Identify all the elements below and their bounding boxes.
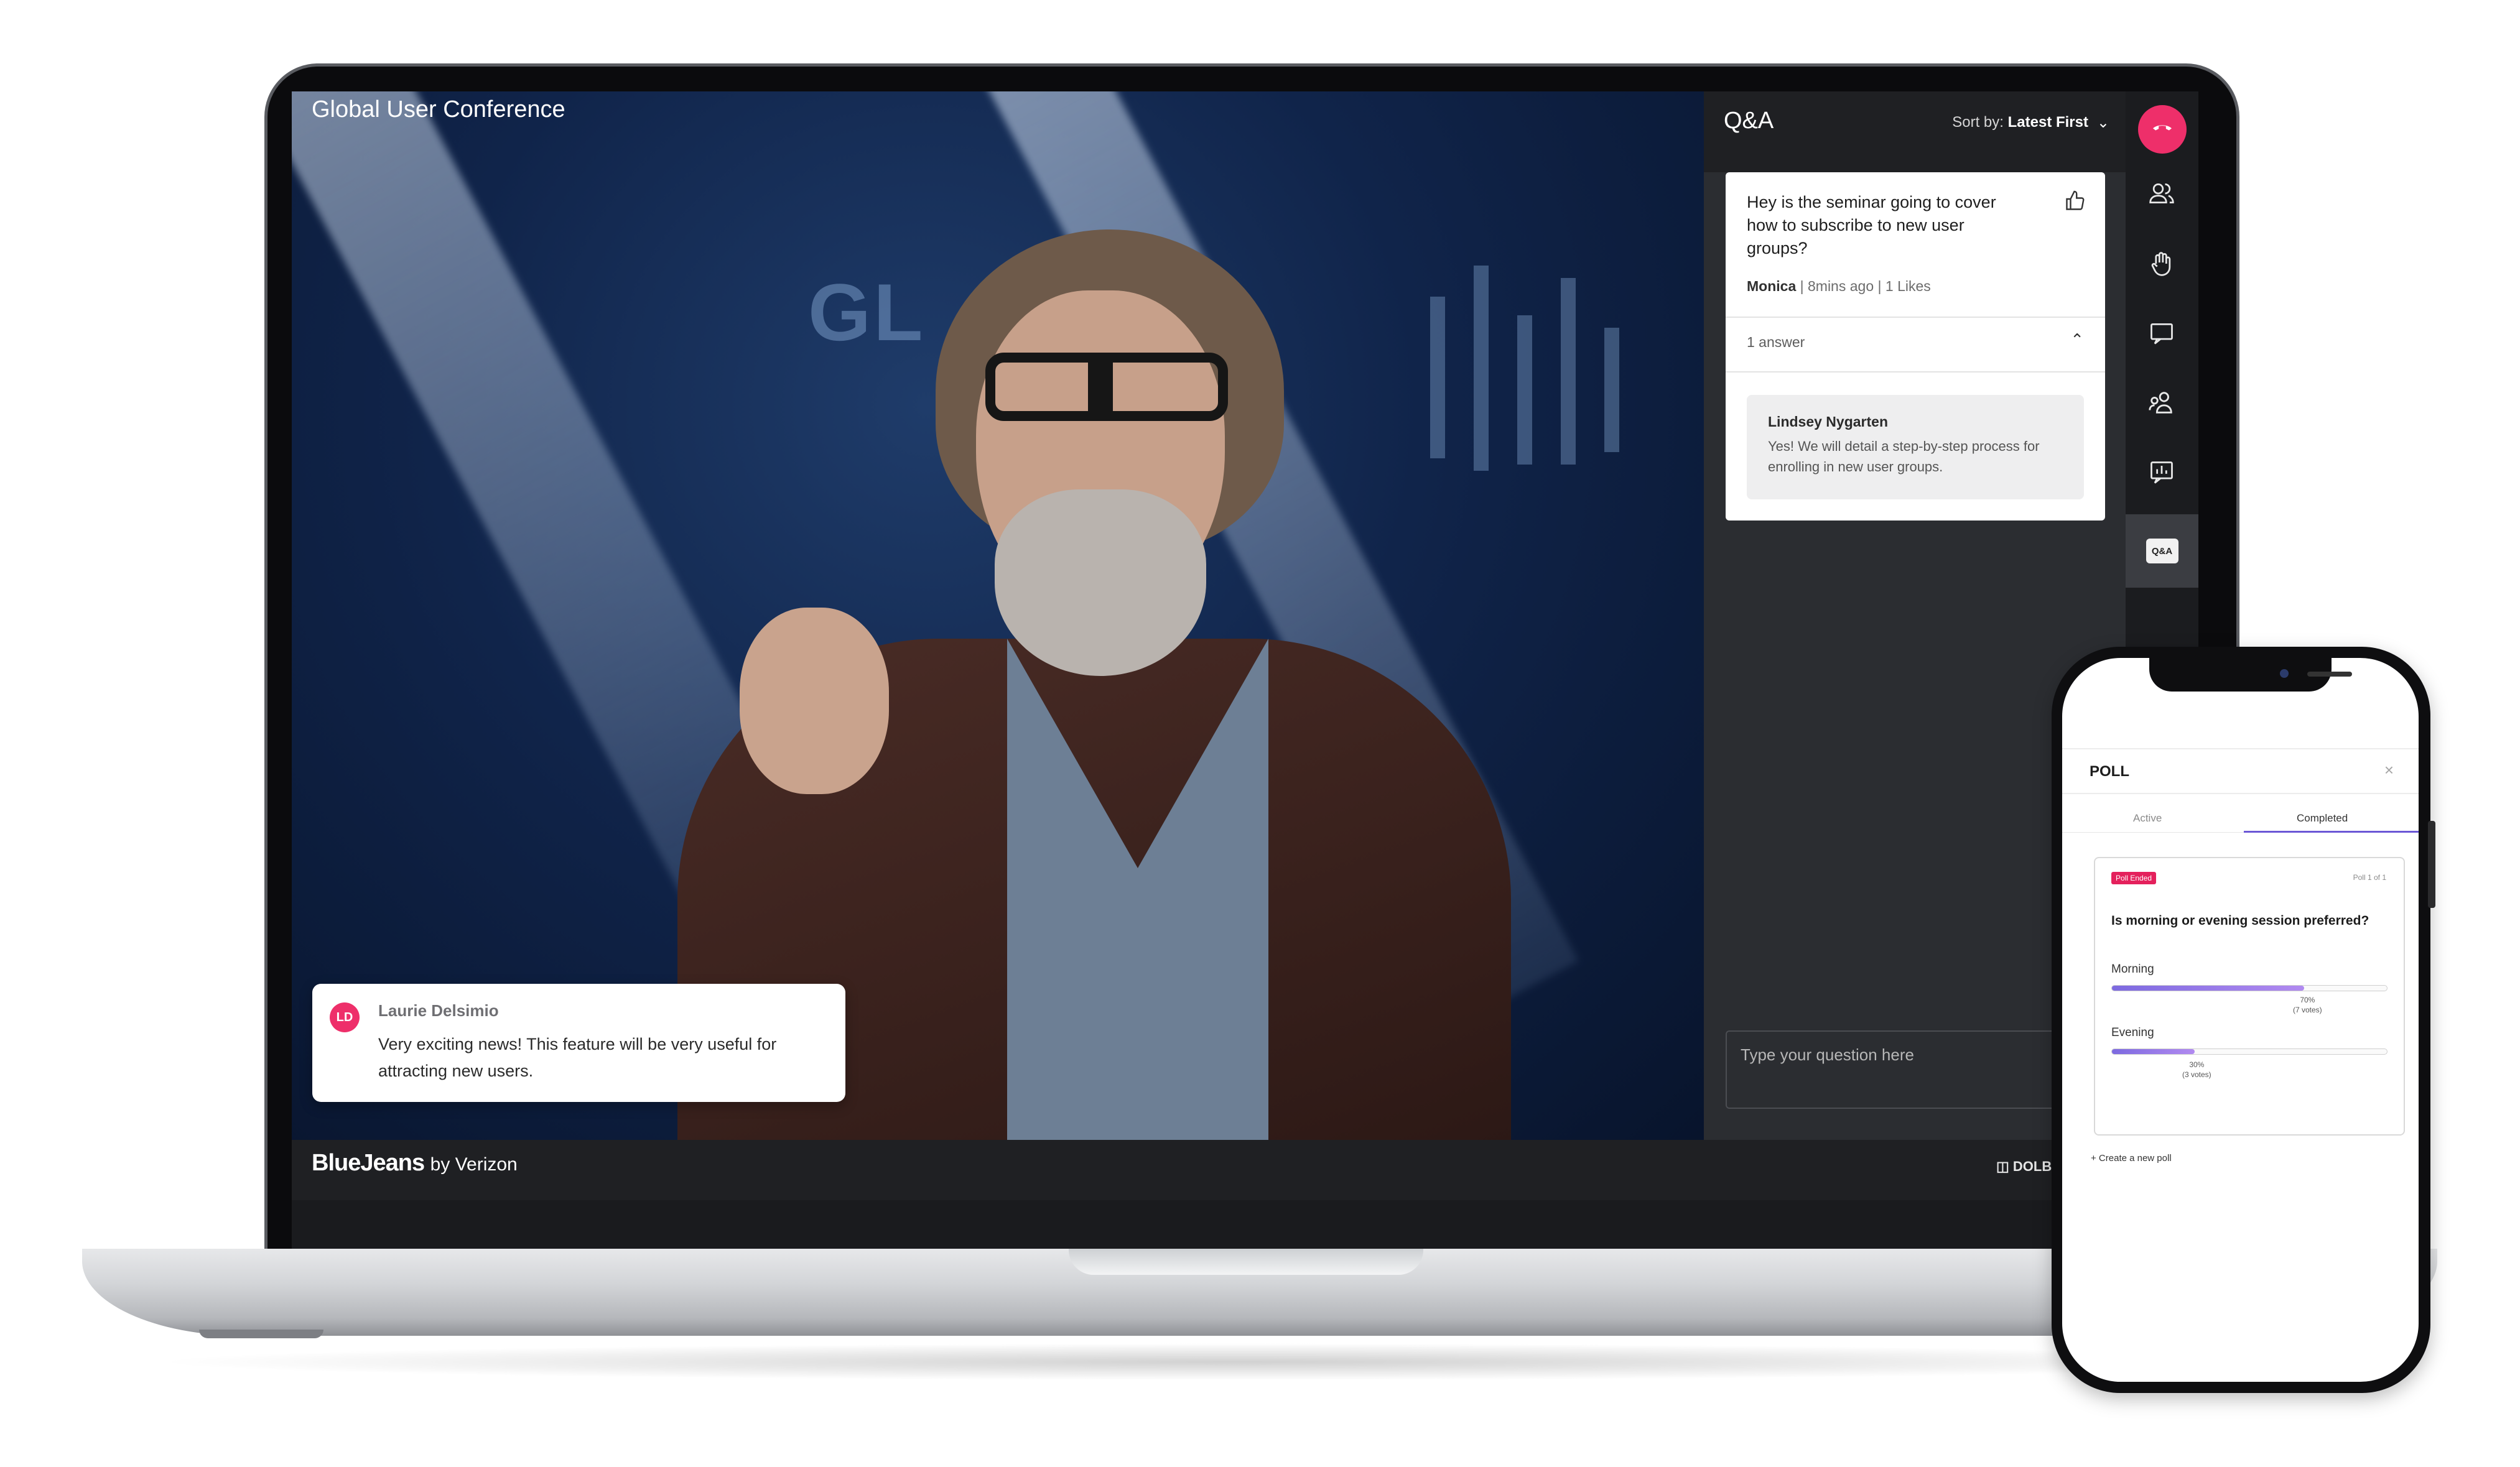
qa-icon: Q&A	[2146, 539, 2178, 563]
breakout-button[interactable]	[2139, 384, 2184, 428]
backdrop-bar	[1474, 266, 1489, 471]
speaker-fist	[740, 608, 889, 794]
qa-header: Q&A Sort by: Latest First ⌄	[1704, 91, 2126, 172]
option-bar-fill	[2112, 1049, 2195, 1054]
option-label: Morning	[2111, 963, 2154, 976]
sort-value: Latest First	[2007, 114, 2088, 131]
meeting-screen: GL Global User Conference LD Laurie Dels…	[292, 91, 2198, 1200]
option-bar-track	[2111, 985, 2387, 991]
thumbs-up-icon[interactable]	[2064, 190, 2086, 218]
laptop-chin	[292, 1200, 2198, 1253]
option-result: 30% (3 votes)	[2182, 1060, 2211, 1080]
chevron-down-icon[interactable]: ⌄	[2097, 114, 2109, 132]
chat-notification[interactable]: LD Laurie Delsimio Very exciting news! T…	[312, 984, 845, 1102]
people-icon	[2148, 180, 2175, 213]
status-badge: Poll Ended	[2111, 872, 2157, 884]
chevron-up-icon[interactable]: ⌃	[2070, 330, 2084, 349]
qa-title: Q&A	[1724, 108, 1774, 134]
chat-button[interactable]	[2139, 314, 2184, 359]
sort-dropdown[interactable]: Sort by: Latest First	[1952, 114, 2088, 131]
option-votes: (3 votes)	[2182, 1070, 2211, 1079]
laptop-notch	[1069, 1249, 1423, 1275]
speaker-video[interactable]: GL Global User Conference LD Laurie Dels…	[292, 91, 1704, 1140]
option-votes: (7 votes)	[2293, 1006, 2322, 1014]
answers-toggle[interactable]: 1 answer	[1747, 334, 1805, 351]
chat-bubble-icon	[2148, 320, 2175, 353]
participants-button[interactable]	[2139, 174, 2184, 219]
end-call-button[interactable]	[2138, 105, 2187, 154]
chat-message: Very exciting news! This feature will be…	[378, 1035, 777, 1080]
option-percent: 30%	[2189, 1060, 2205, 1069]
close-icon[interactable]: ×	[2384, 761, 2394, 780]
event-title: Global User Conference	[312, 96, 565, 123]
poll-question: Is morning or evening session preferred?	[2111, 914, 2369, 928]
poll-card: Poll Ended Poll 1 of 1 Is morning or eve…	[2094, 857, 2405, 1136]
laptop-foot	[199, 1330, 323, 1338]
question-likes: 1 Likes	[1885, 278, 1931, 294]
option-percent: 70%	[2300, 996, 2315, 1004]
question-card: Hey is the seminar going to cover how to…	[1726, 172, 2105, 521]
phone-hangup-icon	[2150, 114, 2175, 145]
divider	[1726, 317, 2105, 318]
dolby-text: DOLB	[2012, 1159, 2052, 1174]
dolby-icon: ◫	[1996, 1159, 2009, 1174]
raise-hand-button[interactable]	[2139, 244, 2184, 289]
brand-sub: by Verizon	[430, 1154, 518, 1175]
option-bar-track	[2111, 1048, 2387, 1055]
qa-button[interactable]: Q&A	[2126, 514, 2198, 588]
chat-author: Laurie Delsimio	[378, 1001, 499, 1020]
question-meta: Monica | 8mins ago | 1 Likes	[1747, 278, 1931, 295]
create-poll-link[interactable]: + Create a new poll	[2091, 1153, 2172, 1164]
meta-separator: |	[1800, 278, 1808, 294]
polls-button[interactable]	[2139, 453, 2184, 498]
sort-label: Sort by:	[1952, 114, 2004, 131]
brand-name: BlueJeans	[312, 1150, 425, 1176]
phone-side-button	[2428, 821, 2435, 908]
speaker-beard	[995, 489, 1206, 676]
answer-item: Lindsey Nygarten Yes! We will detail a s…	[1747, 395, 2084, 499]
backdrop-bar	[1430, 297, 1445, 458]
question-text: Hey is the seminar going to cover how to…	[1747, 193, 1996, 257]
backdrop-bar	[1517, 315, 1532, 465]
poll-counter: Poll 1 of 1	[2353, 873, 2386, 882]
backdrop-bar	[1604, 328, 1619, 452]
phone-screen: POLL × Active Completed Poll Ended Poll …	[2062, 658, 2419, 1382]
question-time: 8mins ago	[1808, 278, 1874, 294]
question-author: Monica	[1747, 278, 1797, 294]
avatar: LD	[330, 1002, 360, 1032]
speaker-grille	[2307, 672, 2352, 677]
poll-title: POLL	[2090, 763, 2129, 780]
brand-logo: BlueJeans by Verizon	[312, 1150, 518, 1177]
option-result: 70% (7 votes)	[2293, 995, 2322, 1015]
option-bar-fill	[2112, 986, 2305, 991]
footer-bar: BlueJeans by Verizon ◫ DOLB	[292, 1140, 2198, 1200]
hand-icon	[2148, 250, 2175, 284]
backdrop-letters: GL	[808, 267, 926, 358]
meta-separator: |	[1877, 278, 1885, 294]
answer-text: Yes! We will detail a step-by-step proce…	[1768, 438, 2040, 474]
laptop-shadow	[149, 1343, 2327, 1381]
group-icon	[2147, 389, 2176, 423]
backdrop-bar	[1561, 278, 1576, 465]
option-label: Evening	[2111, 1026, 2154, 1039]
poll-chat-icon	[2148, 459, 2175, 493]
tab-completed[interactable]: Completed	[2297, 812, 2348, 825]
phone-notch	[2149, 658, 2352, 692]
dolby-logo: ◫ DOLB	[1996, 1159, 2052, 1175]
tab-indicator	[2244, 831, 2419, 833]
answer-author: Lindsey Nygarten	[1768, 414, 1888, 430]
poll-header: POLL ×	[2062, 748, 2419, 794]
question-input-placeholder: Type your question here	[1741, 1045, 1914, 1064]
question-input[interactable]: Type your question here	[1726, 1030, 2099, 1109]
divider	[1726, 371, 2105, 373]
tab-active[interactable]: Active	[2133, 812, 2162, 825]
camera-icon	[2280, 669, 2289, 678]
speaker-glasses-bridge	[1088, 359, 1113, 415]
